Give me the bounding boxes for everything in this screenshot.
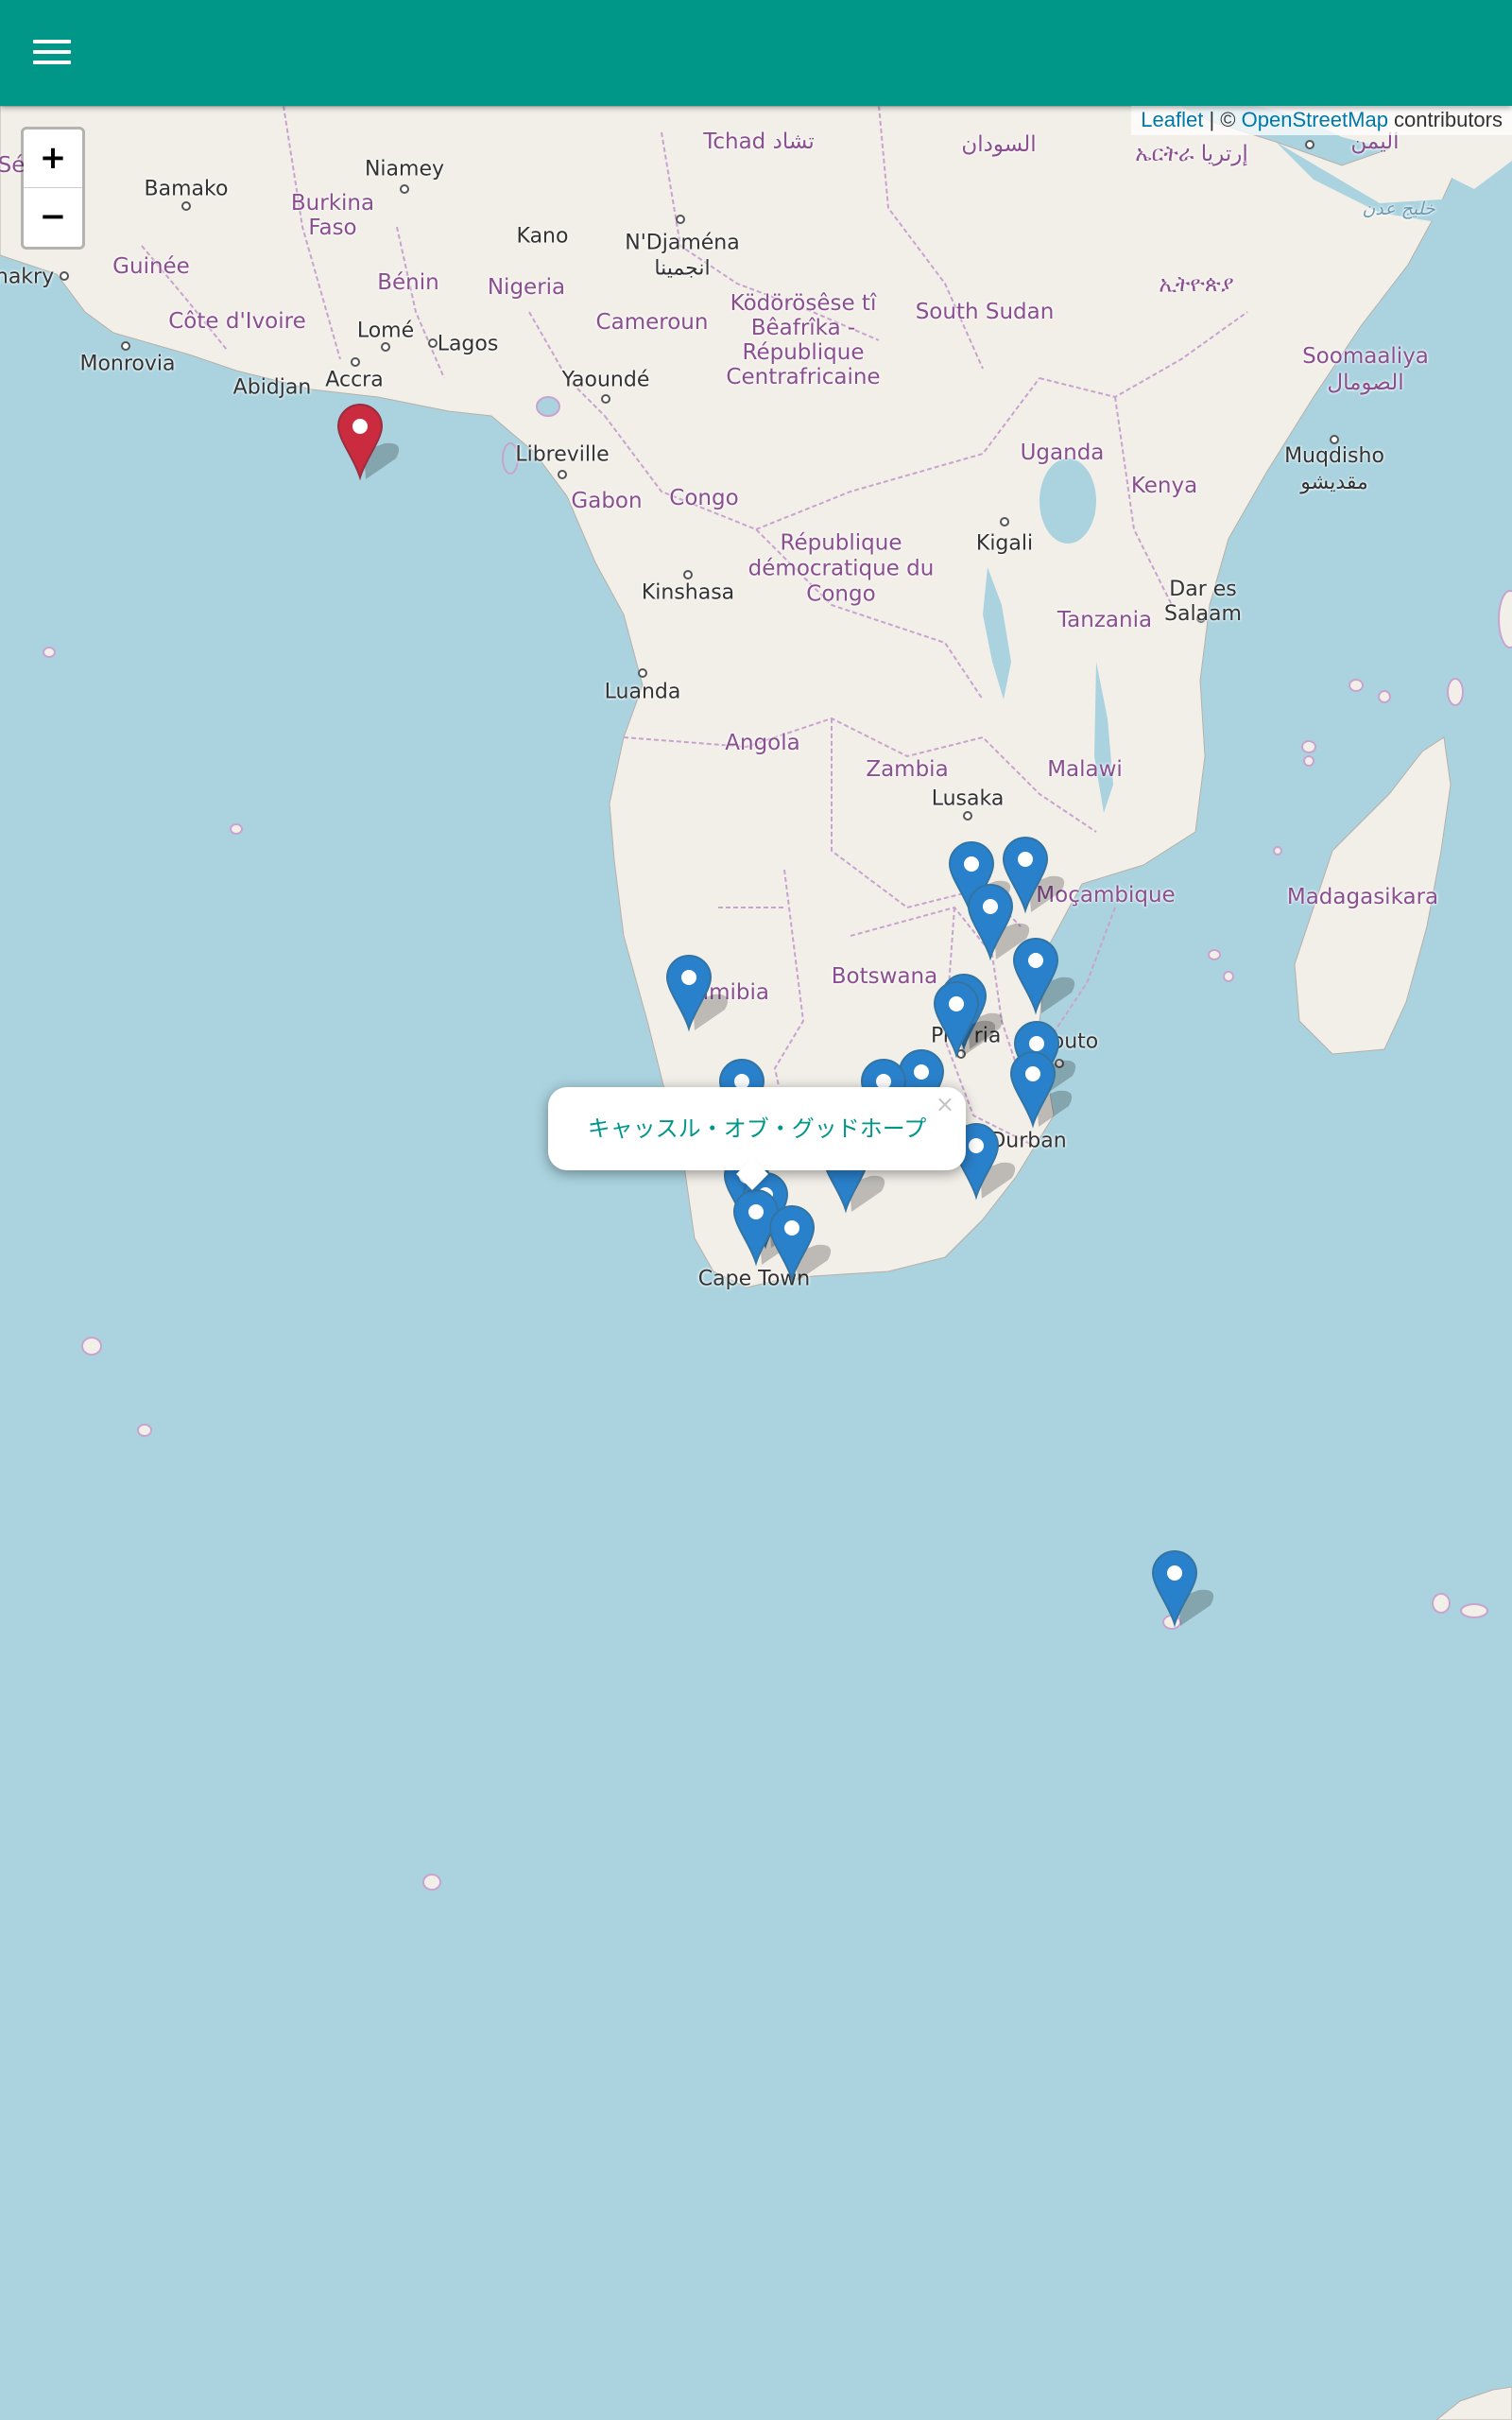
country-label-ethiopia: ኢትዮጵያ [1159, 272, 1234, 297]
openstreetmap-link[interactable]: OpenStreetMap [1242, 108, 1388, 131]
city-label-kigali: Kigali [975, 531, 1034, 556]
attribution-suffix: contributors [1387, 108, 1503, 131]
city-label-niamey: Niamey [364, 157, 445, 182]
country-label-gabon: Gabon [571, 489, 643, 513]
zoom-control: + − [21, 127, 85, 250]
country-label-zambia: Zambia [866, 757, 949, 782]
hamburger-menu-icon[interactable] [33, 40, 71, 70]
blue-map-marker-icon[interactable] [665, 955, 750, 1040]
country-label-car: Ködörösêse tî Bêafrîka - République Cent… [726, 291, 881, 389]
country-label-somalia: Soomaaliya الصومال [1302, 344, 1429, 395]
city-label-accra: Accra [325, 368, 384, 392]
country-label-drc: République démocratique du Congo [747, 530, 935, 607]
city-label-ndjamena-ar: انجمينا [654, 256, 711, 281]
country-label-malawi: Malawi [1047, 757, 1123, 782]
country-label-tanzania: Tanzania [1057, 608, 1153, 632]
country-label-cote-divoire: Côte d'Ivoire [168, 309, 306, 334]
city-label-lusaka: Lusaka [931, 786, 1005, 811]
country-label-benin: Bénin [377, 270, 439, 295]
attribution-separator: | © [1203, 108, 1242, 131]
leaflet-link[interactable]: Leaflet [1141, 108, 1203, 131]
country-label-guinee: Guinée [112, 254, 190, 279]
popup-close-button[interactable]: × [936, 1091, 954, 1117]
country-label-congo: Congo [669, 486, 739, 510]
map-attribution: Leaflet | © OpenStreetMap contributors [1131, 106, 1512, 135]
red-map-marker-icon[interactable] [336, 404, 421, 489]
city-label-lome: Lomé [356, 319, 415, 343]
country-label-madagasikara: Madagasikara [1286, 885, 1439, 909]
country-label-angola: Angola [725, 731, 800, 755]
blue-map-marker-icon[interactable] [1151, 1550, 1236, 1635]
zoom-out-button[interactable]: − [24, 188, 82, 246]
city-label-libreville: Libreville [515, 442, 610, 467]
country-label-eritrea: ኤርትራ إرتريا [1135, 142, 1248, 166]
city-label-yaounde: Yaoundé [561, 368, 650, 392]
city-label-ndjamena: N'Djaména [625, 231, 740, 255]
city-label-muqdisho: Muqdisho مقديشو [1284, 444, 1384, 494]
country-label-uganda: Uganda [1020, 441, 1105, 465]
blue-map-marker-icon[interactable] [768, 1205, 853, 1290]
popup-content: キャッスル・オブ・グッドホープ [587, 1115, 927, 1142]
city-label-kinshasa: Kinshasa [641, 580, 735, 605]
country-label-south-sudan: South Sudan [915, 300, 1055, 324]
app-header [0, 0, 1512, 106]
country-label-cameroun: Cameroun [595, 310, 709, 335]
marker-popup: キャッスル・オブ・グッドホープ × [548, 1087, 966, 1190]
city-label-kano: Kano [516, 224, 569, 249]
city-label-abidjan: Abidjan [232, 375, 312, 400]
country-label-burkina-faso: Burkina Faso [290, 191, 375, 240]
country-label-botswana: Botswana [831, 964, 938, 989]
country-label-kenya: Kenya [1130, 474, 1198, 498]
country-label-sudan: السودان [961, 132, 1037, 157]
city-label-conakry: nakry [0, 265, 55, 289]
city-label-monrovia: Monrovia [79, 352, 176, 376]
city-label-dar-es-salaam: Dar es Salaam [1164, 578, 1242, 626]
city-label-bamako: Bamako [144, 177, 229, 201]
country-label-tchad: Tchad تشاد [703, 130, 815, 154]
country-label-nigeria: Nigeria [487, 275, 566, 300]
map-view[interactable]: Sé Bamako Niamey Burkina Faso Kano N'Dja… [0, 0, 1512, 2420]
water-label-gulf-of-aden: خليج عدن [1362, 199, 1435, 219]
city-label-lagos: Lagos [437, 332, 499, 356]
city-label-luanda: Luanda [604, 680, 681, 704]
zoom-in-button[interactable]: + [24, 130, 82, 188]
